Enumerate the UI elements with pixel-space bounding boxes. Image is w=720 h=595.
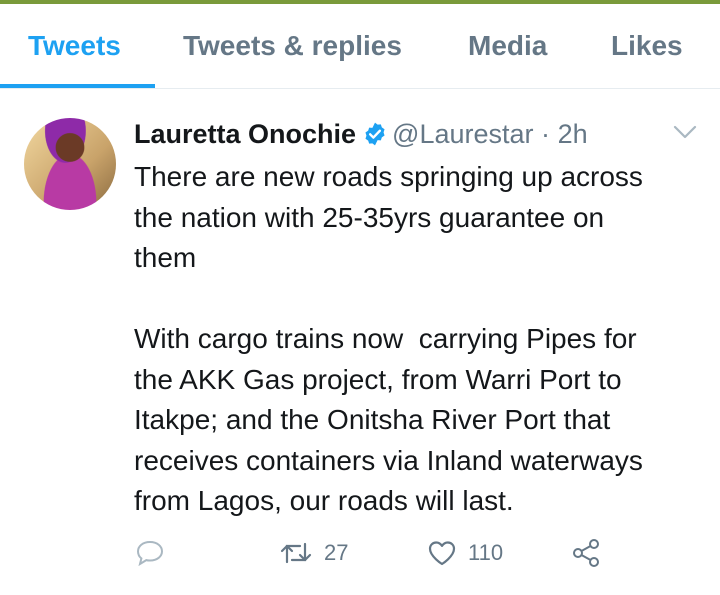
active-tab-indicator (0, 84, 155, 88)
share-icon (573, 539, 599, 567)
retweet-count: 27 (324, 540, 349, 565)
tweet-header: Lauretta Onochie @Laurestar · 2h (134, 119, 588, 153)
share-button[interactable] (570, 533, 602, 573)
tab-tweets-and-replies[interactable]: Tweets & replies (183, 30, 402, 62)
heart-icon (428, 541, 456, 566)
tab-tweets[interactable]: Tweets (28, 30, 121, 62)
tweet-actions: 27 110 (134, 533, 614, 573)
divider (0, 89, 720, 101)
verified-badge-icon (365, 122, 385, 146)
separator-dot: · (541, 119, 551, 149)
tab-likes[interactable]: Likes (611, 30, 683, 62)
like-count: 110 (468, 540, 504, 565)
reply-icon (136, 540, 164, 567)
tab-media[interactable]: Media (468, 30, 547, 62)
author-name[interactable]: Lauretta Onochie (134, 119, 356, 149)
author-handle[interactable]: @Laurestar (392, 119, 533, 149)
chevron-down-icon[interactable] (672, 123, 698, 141)
retweet-icon (280, 542, 312, 564)
retweet-button[interactable]: 27 (278, 533, 348, 573)
tweet-timestamp[interactable]: 2h (558, 119, 588, 149)
avatar[interactable] (24, 118, 116, 210)
tweet-text: There are new roads springing up across … (134, 161, 643, 516)
like-button[interactable]: 110 (426, 533, 503, 573)
profile-tabs: Tweets Tweets & replies Media Likes (0, 4, 720, 89)
reply-button[interactable] (134, 533, 166, 573)
tweet[interactable]: Lauretta Onochie @Laurestar · 2h There a… (0, 101, 720, 595)
